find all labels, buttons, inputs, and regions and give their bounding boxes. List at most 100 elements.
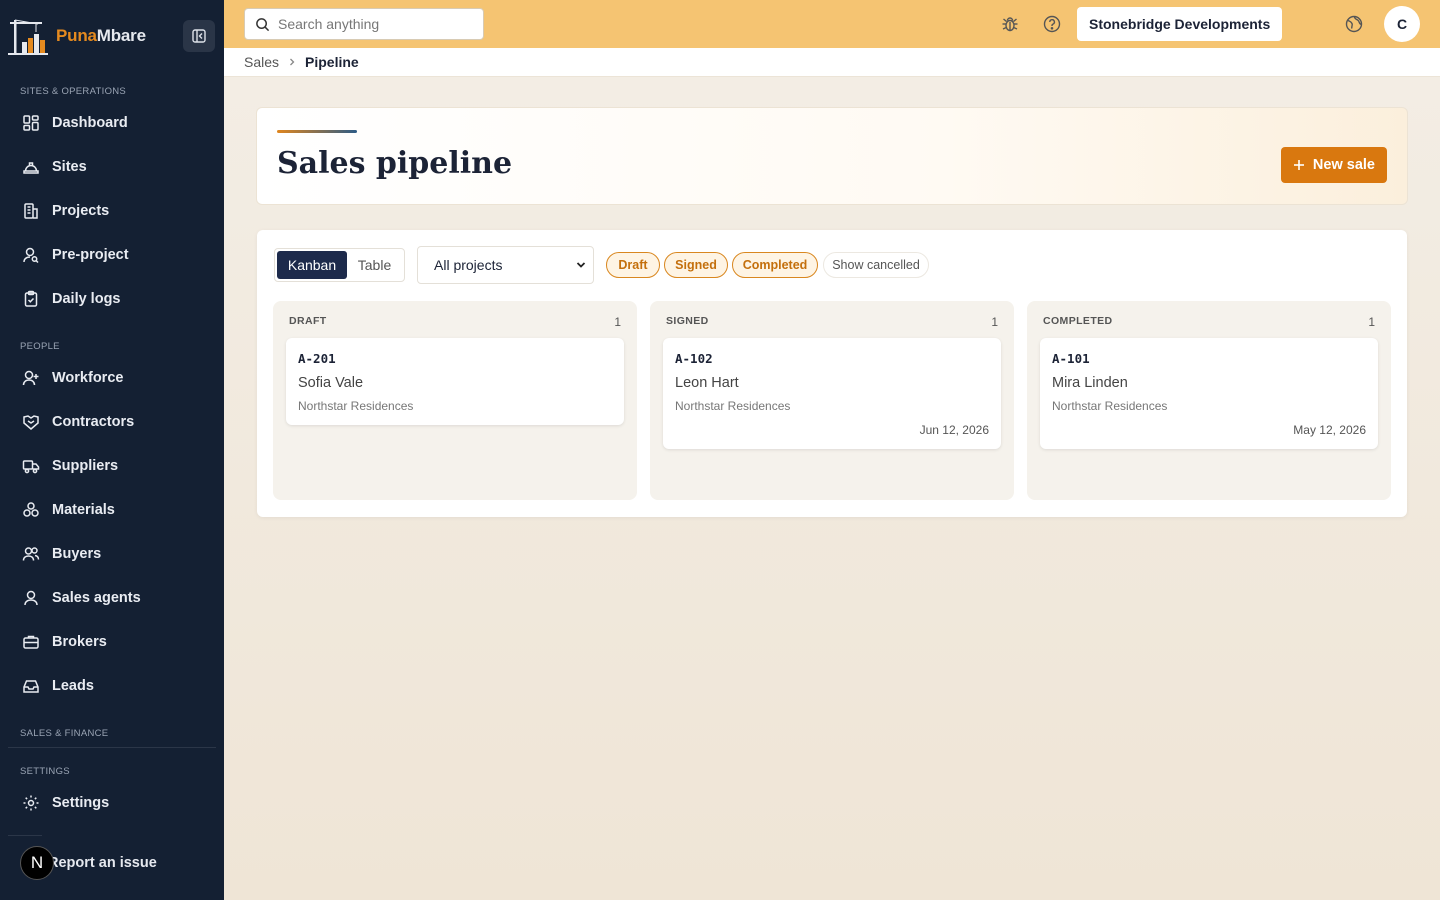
chevron-down-icon bbox=[576, 262, 586, 268]
sidebar-item-contractors[interactable]: Contractors bbox=[8, 404, 216, 440]
sidebar-item-brokers[interactable]: Brokers bbox=[8, 624, 216, 660]
deal-card[interactable]: A-102 Leon Hart Northstar Residences Jun… bbox=[663, 338, 1001, 449]
dev-tools-avatar[interactable]: N bbox=[20, 846, 54, 880]
sidebar-item-label: Contractors bbox=[52, 414, 135, 430]
search-input[interactable] bbox=[278, 16, 468, 32]
new-sale-label: New sale bbox=[1312, 157, 1375, 173]
sidebar-item-suppliers[interactable]: Suppliers bbox=[8, 448, 216, 484]
search-box[interactable] bbox=[244, 8, 484, 40]
sidebar-divider bbox=[8, 747, 216, 748]
deal-date: May 12, 2026 bbox=[1293, 423, 1366, 437]
column-title: DRAFT bbox=[289, 315, 327, 327]
search-icon bbox=[256, 17, 270, 31]
column-count: 1 bbox=[1368, 315, 1375, 329]
sidebar-item-label: Buyers bbox=[52, 546, 102, 562]
gear-icon bbox=[23, 795, 39, 811]
sidebar-item-dashboard[interactable]: Dashboard bbox=[8, 105, 216, 141]
sidebar-item-materials[interactable]: Materials bbox=[8, 492, 216, 528]
new-sale-button[interactable]: New sale bbox=[1280, 147, 1387, 183]
deal-code: A-102 bbox=[675, 351, 713, 366]
sidebar-item-label: Projects bbox=[52, 203, 110, 219]
sidebar-item-projects[interactable]: Projects bbox=[8, 193, 216, 229]
deal-card[interactable]: A-201 Sofia Vale Northstar Residences bbox=[286, 338, 624, 425]
inbox-icon bbox=[23, 680, 39, 693]
header-accent-bar bbox=[277, 130, 357, 133]
sidebar-item-pre-project[interactable]: Pre-project bbox=[8, 237, 216, 273]
column-count: 1 bbox=[991, 315, 998, 329]
users-icon bbox=[22, 547, 40, 561]
view-toggle: Kanban Table bbox=[274, 248, 405, 282]
briefcase-icon bbox=[23, 635, 39, 649]
user-search-icon bbox=[23, 247, 39, 264]
section-label-sales-finance: SALES & FINANCE bbox=[20, 728, 109, 739]
user-icon bbox=[24, 590, 38, 606]
project-filter-select[interactable]: All projects bbox=[417, 246, 594, 284]
kanban-column-draft: DRAFT 1 A-201 Sofia Vale Northstar Resid… bbox=[273, 301, 637, 500]
kanban-column-signed: SIGNED 1 A-102 Leon Hart Northstar Resid… bbox=[650, 301, 1014, 500]
sidebar-item-workforce[interactable]: Workforce bbox=[8, 360, 216, 396]
page-title: Sales pipeline bbox=[277, 146, 513, 181]
sidebar-item-sales-agents[interactable]: Sales agents bbox=[8, 580, 216, 616]
breadcrumb: Sales Pipeline bbox=[224, 48, 1440, 77]
view-table-tab[interactable]: Table bbox=[347, 251, 402, 279]
page-header: Sales pipeline New sale bbox=[256, 107, 1408, 205]
sidebar-item-sites[interactable]: Sites bbox=[8, 149, 216, 185]
view-kanban-tab[interactable]: Kanban bbox=[277, 251, 347, 279]
help-icon bbox=[1043, 15, 1061, 33]
deal-buyer: Mira Linden bbox=[1052, 375, 1128, 391]
breadcrumb-sales[interactable]: Sales bbox=[244, 54, 279, 70]
bug-report-button[interactable] bbox=[999, 13, 1021, 35]
dashboard-icon bbox=[23, 115, 39, 131]
building-icon bbox=[24, 203, 38, 219]
chevron-right-icon bbox=[290, 58, 295, 66]
topbar: Stonebridge Developments C bbox=[224, 0, 1440, 48]
user-plus-icon bbox=[22, 370, 39, 386]
crane-logo-icon bbox=[8, 19, 48, 55]
deal-project: Northstar Residences bbox=[298, 399, 414, 413]
status-chip-signed[interactable]: Signed bbox=[664, 252, 728, 278]
status-chip-completed[interactable]: Completed bbox=[732, 252, 818, 278]
sidebar-item-label: Settings bbox=[52, 795, 110, 811]
sidebar-item-label: Pre-project bbox=[52, 247, 129, 263]
user-avatar[interactable]: C bbox=[1384, 6, 1420, 42]
section-label-settings: SETTINGS bbox=[20, 766, 70, 777]
sidebar-item-label: Dashboard bbox=[52, 115, 128, 131]
truck-icon bbox=[22, 460, 40, 474]
globe-icon bbox=[1345, 15, 1363, 33]
report-issue-label: Report an issue bbox=[48, 855, 157, 871]
sidebar-item-leads[interactable]: Leads bbox=[8, 668, 216, 704]
pipeline-board: Kanban Table All projects Draft Signed C… bbox=[257, 230, 1407, 517]
bug-icon bbox=[1002, 17, 1018, 32]
collapse-sidebar-button[interactable] bbox=[183, 20, 215, 52]
project-filter-value: All projects bbox=[434, 257, 503, 273]
column-count: 1 bbox=[614, 315, 621, 329]
sidebar-item-label: Sales agents bbox=[52, 590, 141, 606]
sidebar-item-daily-logs[interactable]: Daily logs bbox=[8, 281, 216, 317]
deal-card[interactable]: A-101 Mira Linden Northstar Residences M… bbox=[1040, 338, 1378, 449]
sidebar-item-label: Sites bbox=[52, 159, 87, 175]
sidebar-item-label: Daily logs bbox=[52, 291, 121, 307]
brand-name: PunaMbare bbox=[56, 26, 146, 45]
language-button[interactable] bbox=[1343, 13, 1365, 35]
deal-project: Northstar Residences bbox=[675, 399, 791, 413]
section-label-sites-operations: SITES & OPERATIONS bbox=[20, 86, 127, 97]
report-issue-link[interactable]: N Report an issue bbox=[20, 845, 157, 881]
column-title: COMPLETED bbox=[1043, 315, 1113, 327]
plus-icon bbox=[1293, 160, 1304, 170]
sidebar-item-settings[interactable]: Settings bbox=[8, 785, 216, 821]
status-chip-draft[interactable]: Draft bbox=[606, 252, 660, 278]
deal-project: Northstar Residences bbox=[1052, 399, 1168, 413]
brand-logo[interactable]: PunaMbare bbox=[8, 16, 146, 56]
kanban-column-completed: COMPLETED 1 A-101 Mira Linden Northstar … bbox=[1027, 301, 1391, 500]
sidebar-item-label: Materials bbox=[52, 502, 115, 518]
help-button[interactable] bbox=[1041, 13, 1063, 35]
clipboard-icon bbox=[24, 290, 38, 307]
sidebar: PunaMbare SITES & OPERATIONS Dashboard S… bbox=[0, 0, 224, 900]
sidebar-item-label: Leads bbox=[52, 678, 94, 694]
deal-buyer: Leon Hart bbox=[675, 375, 739, 391]
sidebar-divider bbox=[8, 835, 42, 836]
sidebar-item-label: Suppliers bbox=[52, 458, 119, 474]
sidebar-item-buyers[interactable]: Buyers bbox=[8, 536, 216, 572]
organization-switcher[interactable]: Stonebridge Developments bbox=[1077, 7, 1283, 41]
show-cancelled-toggle[interactable]: Show cancelled bbox=[823, 252, 929, 278]
